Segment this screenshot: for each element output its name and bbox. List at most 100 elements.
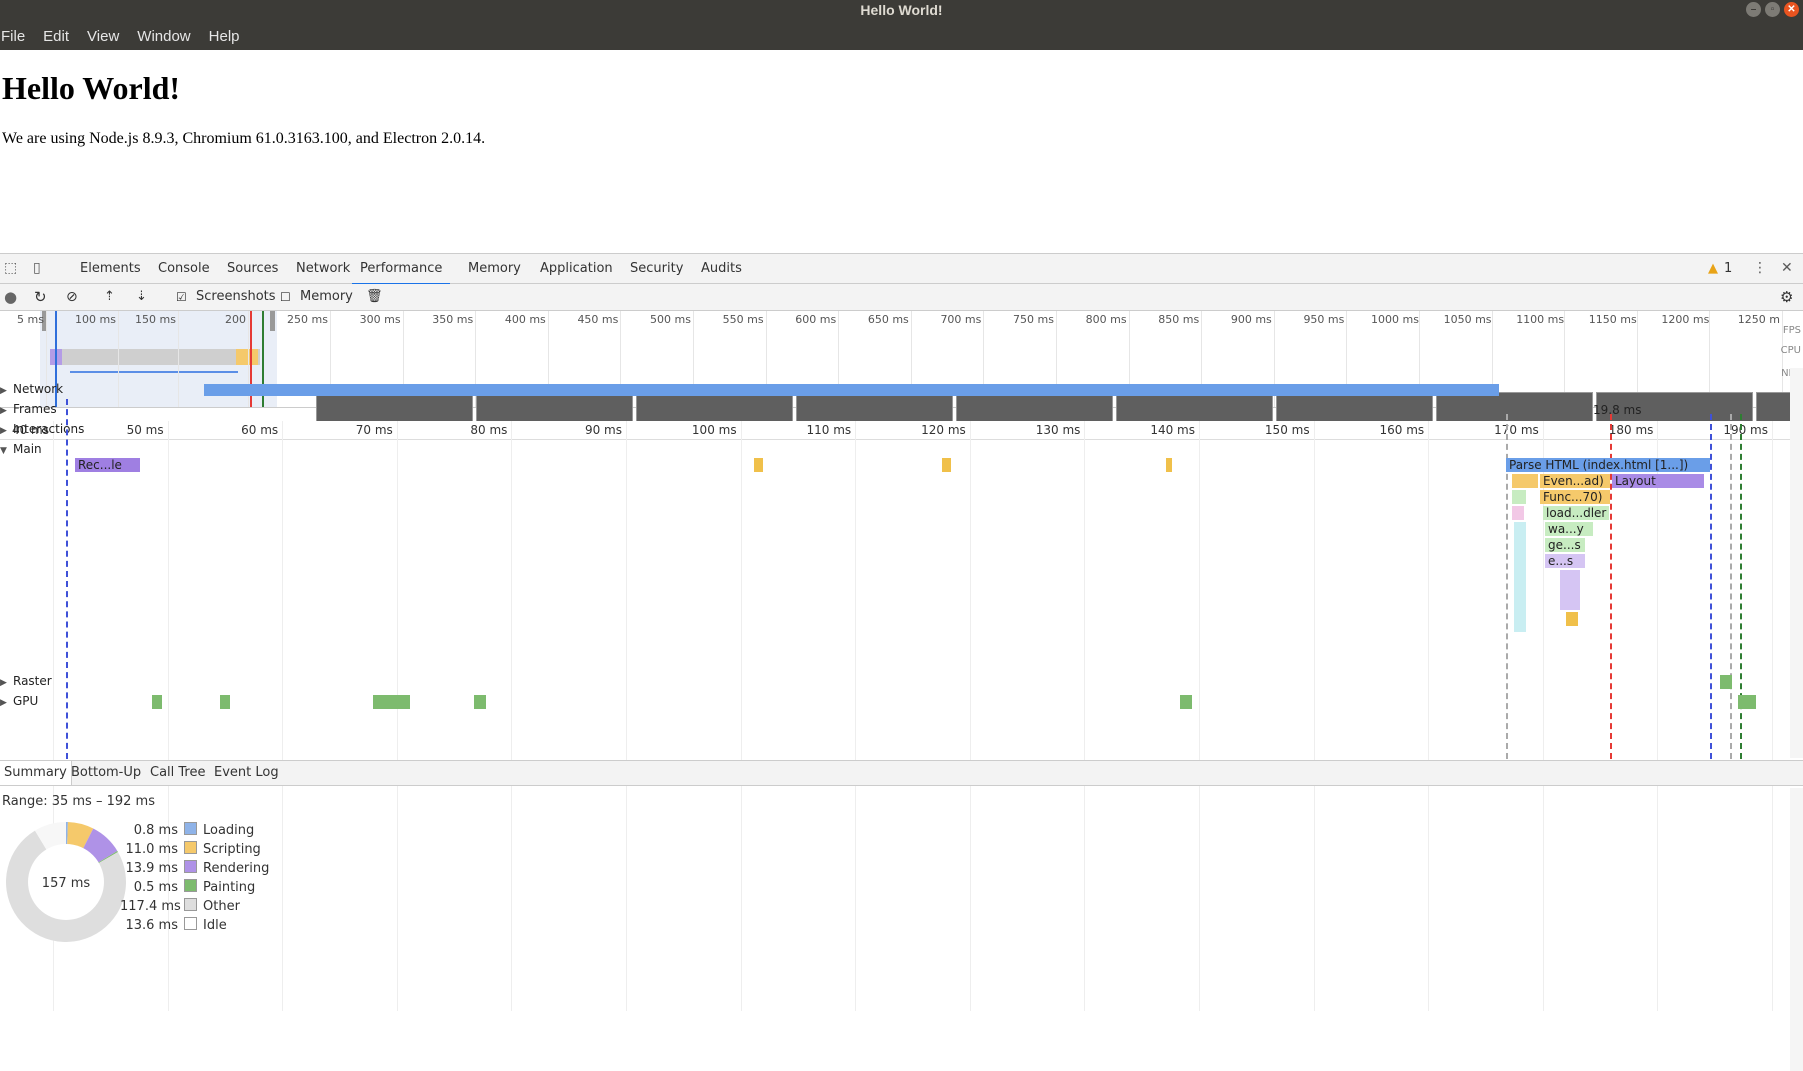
ruler-grid-line (1084, 421, 1086, 1011)
menu-view[interactable]: View (78, 20, 128, 50)
flame-ge[interactable]: ge...s (1545, 538, 1585, 552)
warning-icon[interactable]: ▲ (1708, 254, 1718, 283)
tab-event-log[interactable]: Event Log (214, 761, 279, 785)
screenshot-thumbnail[interactable] (1116, 392, 1273, 424)
overview-tick-label: 250 ms (287, 313, 328, 326)
flame-layout[interactable]: Layout (1612, 474, 1704, 488)
track-frames[interactable]: ▶ Frames (0, 402, 57, 416)
summary-scrollbar[interactable] (1790, 788, 1803, 1071)
track-interactions[interactable]: ▶ Interactions (0, 422, 84, 436)
tab-network[interactable]: Network (296, 254, 350, 283)
flame-small-block[interactable] (1512, 506, 1524, 520)
ruler-tick-label: 130 ms (1035, 423, 1081, 437)
screenshot-thumbnail[interactable] (316, 392, 473, 424)
overview-tick-label: 100 ms (75, 313, 116, 326)
frame-time-label[interactable]: 19.8 ms (1590, 403, 1660, 417)
minimize-icon[interactable]: – (1746, 2, 1761, 17)
ruler-grid-line (1199, 421, 1200, 1011)
flame-load-handler[interactable]: load...dler (1543, 506, 1609, 520)
cpu-activity (55, 349, 260, 365)
flame-small-block[interactable] (1512, 490, 1526, 504)
tab-sources[interactable]: Sources (227, 254, 278, 283)
flame-func[interactable]: Func...70) (1540, 490, 1610, 504)
screenshot-thumbnail[interactable] (956, 392, 1113, 424)
summary-donut-chart: 157 ms (5, 822, 126, 942)
summary-legend-row: 13.6 ms Idle (120, 917, 227, 933)
raster-block[interactable] (1720, 675, 1732, 689)
screenshot-thumbnail[interactable] (1436, 392, 1593, 424)
summary-category-label: Loading (203, 823, 255, 838)
inspect-element-icon[interactable]: ⬚ (4, 254, 17, 283)
menu-help[interactable]: Help (200, 20, 249, 50)
overview-tick-label: 500 ms (650, 313, 691, 326)
more-options-icon[interactable]: ⋮ (1753, 254, 1767, 283)
page-text: We are using Node.js 8.9.3, Chromium 61.… (2, 130, 486, 147)
summary-value: 13.9 ms (125, 861, 178, 876)
tab-security[interactable]: Security (630, 254, 683, 283)
track-main[interactable]: ▼ Main (0, 442, 42, 456)
flame-small-block[interactable] (1512, 474, 1538, 488)
close-window-icon[interactable]: ✕ (1784, 2, 1799, 17)
track-gpu[interactable]: ▶ GPU (0, 694, 38, 708)
tab-console[interactable]: Console (158, 254, 210, 283)
summary-swatch (184, 879, 197, 892)
flame-scripting-block[interactable] (1166, 458, 1172, 472)
flame-parse-html[interactable]: Parse HTML (index.html [1...]) (1506, 458, 1710, 472)
flame-small-block[interactable] (1566, 612, 1578, 626)
screenshots-checkbox[interactable]: ☑ (176, 284, 187, 310)
record-icon[interactable]: ● (4, 284, 17, 310)
tab-memory[interactable]: Memory (468, 254, 521, 283)
selection-right-handle[interactable] (270, 311, 275, 331)
gpu-block[interactable] (152, 695, 162, 709)
fps-label: FPS (1782, 325, 1801, 336)
garbage-collect-icon[interactable]: 🗑 (366, 284, 383, 310)
summary-value: 117.4 ms (120, 899, 181, 914)
flame-wa[interactable]: wa...y (1545, 522, 1593, 536)
menu-edit[interactable]: Edit (34, 20, 78, 50)
tab-call-tree[interactable]: Call Tree (150, 761, 206, 785)
clear-icon[interactable]: ⊘ (66, 284, 78, 310)
tab-summary[interactable]: Summary (0, 761, 72, 785)
screenshot-thumbnail[interactable] (636, 392, 793, 424)
screenshot-thumbnail[interactable] (796, 392, 953, 424)
summary-category-label: Idle (203, 918, 227, 933)
gpu-block[interactable] (1180, 695, 1192, 709)
memory-checkbox[interactable]: ☐ (280, 284, 291, 310)
gpu-block[interactable] (474, 695, 486, 709)
screenshot-thumbnail[interactable] (1276, 392, 1433, 424)
warning-count[interactable]: 1 (1724, 254, 1732, 283)
gpu-block[interactable] (1738, 695, 1756, 709)
flame-scripting-block[interactable] (942, 458, 951, 472)
save-profile-icon[interactable]: ⇣ (136, 284, 147, 310)
screenshot-thumbnail[interactable] (476, 392, 633, 424)
flame-rec-event[interactable]: Rec...le (75, 458, 140, 472)
gpu-block[interactable] (220, 695, 230, 709)
track-network[interactable]: ▶ Network (0, 382, 63, 396)
close-devtools-icon[interactable]: ✕ (1781, 254, 1793, 283)
tab-audits[interactable]: Audits (701, 254, 742, 283)
timing-marker-grey-2 (1730, 414, 1732, 759)
menu-window[interactable]: Window (128, 20, 199, 50)
overview-tick-label: 300 ms (359, 313, 401, 326)
reload-icon[interactable]: ↻ (34, 284, 47, 310)
tab-application[interactable]: Application (540, 254, 613, 283)
load-profile-icon[interactable]: ⇡ (104, 284, 115, 310)
track-raster[interactable]: ▶ Raster (0, 674, 52, 688)
flame-small-block[interactable] (1514, 522, 1526, 632)
capture-settings-icon[interactable]: ⚙ (1780, 284, 1793, 310)
tab-performance[interactable]: Performance (352, 254, 451, 285)
window-title: Hello World! (860, 2, 943, 18)
menu-file[interactable]: File (0, 20, 34, 50)
flame-e[interactable]: e...s (1545, 554, 1585, 568)
maximize-icon[interactable]: ▫ (1765, 2, 1780, 17)
flame-scripting-block[interactable] (754, 458, 763, 472)
network-request-bar[interactable] (204, 384, 1499, 396)
device-toolbar-icon[interactable]: ▯ (33, 254, 41, 283)
gpu-block[interactable] (373, 695, 410, 709)
flame-small-block[interactable] (1560, 570, 1580, 610)
flame-event[interactable]: Even...ad) (1540, 474, 1610, 488)
ruler-tick-label: 70 ms (355, 423, 393, 437)
tab-elements[interactable]: Elements (80, 254, 141, 283)
tab-bottom-up[interactable]: Bottom-Up (71, 761, 141, 785)
flame-scrollbar[interactable] (1790, 368, 1803, 758)
